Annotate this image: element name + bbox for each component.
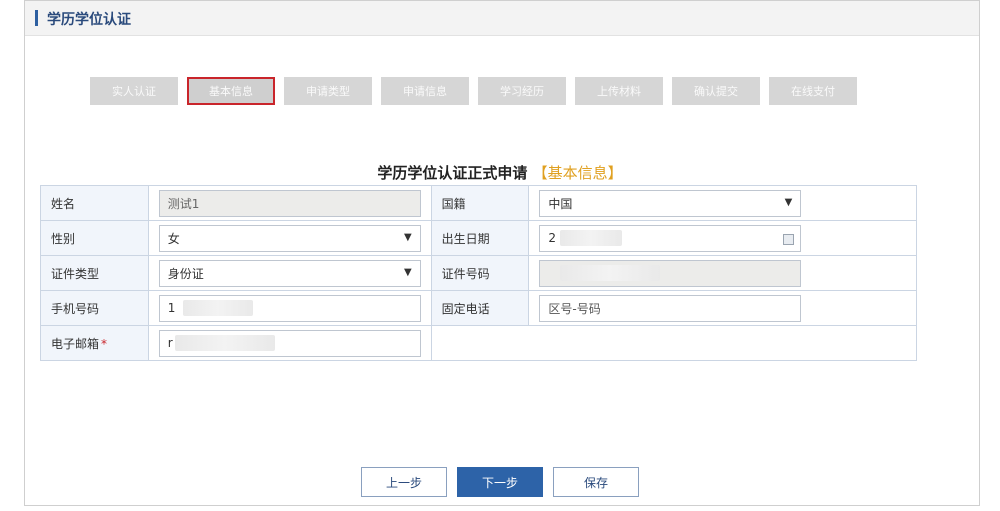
id-number-cell xyxy=(528,255,917,291)
form-title-main: 学历学位认证正式申请 xyxy=(377,164,528,182)
table-row: 手机号码 1 固定电话 区号-号码 xyxy=(40,290,917,326)
title-bar: 学历学位认证 xyxy=(25,1,979,36)
id-number-label: 证件号码 xyxy=(430,255,530,291)
nationality-label: 国籍 xyxy=(430,185,530,221)
chevron-down-icon: ▼ xyxy=(403,266,412,278)
landline-input[interactable]: 区号-号码 xyxy=(539,294,802,322)
basic-info-table: 姓名 测试1 国籍 中国 ▼ 性别 女 ▼ 出生日期 2 证件类型 身份证 ▼ … xyxy=(40,185,918,361)
landline-placeholder: 区号-号码 xyxy=(548,301,601,316)
step-upload-materials[interactable]: 上传材料 xyxy=(575,77,663,105)
name-field: 测试1 xyxy=(158,189,421,217)
step-online-payment[interactable]: 在线支付 xyxy=(769,77,857,105)
step-application-type[interactable]: 申请类型 xyxy=(284,77,372,105)
gender-label: 性别 xyxy=(40,220,149,256)
birth-date-input[interactable]: 2 xyxy=(539,224,802,252)
save-button[interactable]: 保存 xyxy=(553,467,639,497)
gender-select[interactable]: 女 ▼ xyxy=(158,224,421,252)
chevron-down-icon: ▼ xyxy=(403,231,412,243)
birth-date-label: 出生日期 xyxy=(430,220,530,256)
title-accent-bar xyxy=(35,10,38,26)
next-step-button[interactable]: 下一步 xyxy=(457,467,543,497)
birth-date-cell: 2 xyxy=(528,220,917,256)
step-tabs: 实人认证 基本信息 申请类型 申请信息 学习经历 上传材料 确认提交 在线支付 xyxy=(90,77,866,105)
email-input[interactable]: r xyxy=(158,329,421,357)
mobile-value: 1 xyxy=(167,301,176,315)
form-title: 学历学位认证正式申请 【基本信息】 xyxy=(0,162,1000,183)
mobile-input[interactable]: 1 xyxy=(158,294,421,322)
step-study-experience[interactable]: 学习经历 xyxy=(478,77,566,105)
step-application-info[interactable]: 申请信息 xyxy=(381,77,469,105)
mobile-cell: 1 xyxy=(147,290,432,326)
action-buttons: 上一步 下一步 保存 xyxy=(0,467,1000,497)
id-type-cell: 身份证 ▼ xyxy=(147,255,432,291)
mobile-label: 手机号码 xyxy=(40,290,149,326)
form-title-section: 【基本信息】 xyxy=(532,164,623,182)
id-type-select[interactable]: 身份证 ▼ xyxy=(158,259,421,287)
id-type-value: 身份证 xyxy=(167,266,204,281)
id-type-label: 证件类型 xyxy=(40,255,149,291)
table-row: 证件类型 身份证 ▼ 证件号码 xyxy=(40,255,917,291)
step-real-name-auth[interactable]: 实人认证 xyxy=(90,77,178,105)
name-label: 姓名 xyxy=(40,185,149,221)
redacted-mask xyxy=(183,300,254,316)
nationality-select[interactable]: 中国 ▼ xyxy=(539,189,802,217)
nationality-cell: 中国 ▼ xyxy=(528,185,917,221)
gender-value: 女 xyxy=(167,231,180,246)
email-value: r xyxy=(167,336,173,350)
redacted-mask xyxy=(560,265,661,281)
table-row: 姓名 测试1 国籍 中国 ▼ xyxy=(40,185,917,221)
nationality-value: 中国 xyxy=(548,196,573,211)
step-confirm-submit[interactable]: 确认提交 xyxy=(672,77,760,105)
email-cell: r xyxy=(147,325,432,361)
landline-label: 固定电话 xyxy=(430,290,530,326)
gender-cell: 女 ▼ xyxy=(147,220,432,256)
email-label: 电子邮箱 xyxy=(51,336,100,351)
required-marker: * xyxy=(101,336,108,351)
empty-cell xyxy=(430,325,918,361)
email-label-cell: 电子邮箱 * xyxy=(40,325,149,361)
chevron-down-icon: ▼ xyxy=(784,196,793,208)
calendar-icon[interactable] xyxy=(783,233,795,245)
name-cell: 测试1 xyxy=(147,185,432,221)
table-row: 电子邮箱 * r xyxy=(40,325,918,361)
redacted-mask xyxy=(560,230,623,246)
birth-date-value: 2 xyxy=(548,231,557,245)
name-value: 测试1 xyxy=(167,196,200,211)
landline-cell: 区号-号码 xyxy=(528,290,917,326)
page-title: 学历学位认证 xyxy=(47,12,131,28)
prev-step-button[interactable]: 上一步 xyxy=(361,467,447,497)
id-number-field xyxy=(539,259,802,287)
step-basic-info[interactable]: 基本信息 xyxy=(187,77,275,105)
table-row: 性别 女 ▼ 出生日期 2 xyxy=(40,220,917,256)
redacted-mask xyxy=(174,335,275,351)
